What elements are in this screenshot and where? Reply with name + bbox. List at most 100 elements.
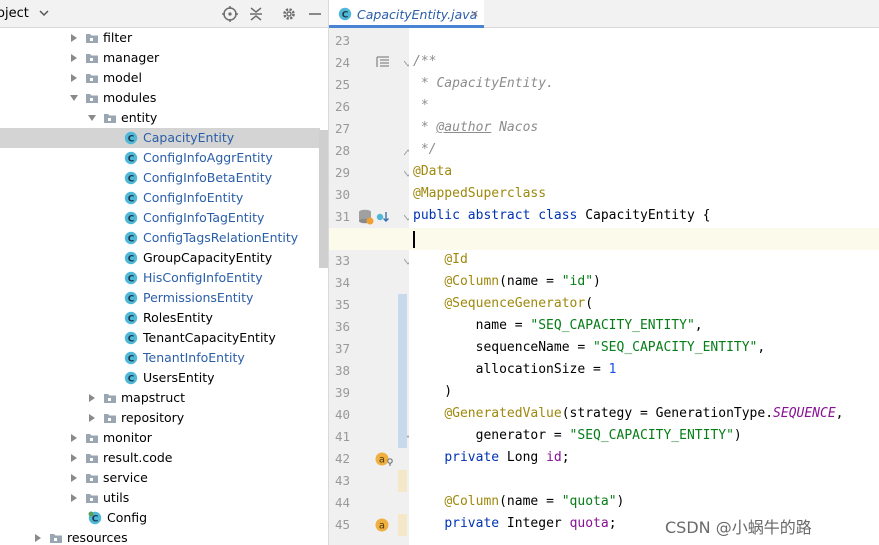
chevron-right-icon[interactable] [88, 394, 96, 402]
tree-folder-resources[interactable]: resources [0, 528, 320, 545]
chevron-right-icon[interactable] [88, 414, 96, 422]
current-line-highlight [329, 228, 879, 250]
tree-file-configinfoentity[interactable]: C ConfigInfoEntity [0, 188, 320, 208]
chevron-right-icon[interactable] [70, 74, 78, 82]
java-class-icon: C [124, 351, 138, 364]
close-icon[interactable]: × [470, 7, 479, 20]
tree-file-groupcapacityentity[interactable]: C GroupCapacityEntity [0, 248, 320, 268]
svg-text:C: C [128, 374, 135, 384]
tree-file-configtagsrelationentity[interactable]: C ConfigTagsRelationEntity [0, 228, 320, 248]
tree-label: mapstruct [121, 390, 186, 405]
text-caret [413, 231, 415, 248]
chevron-right-icon[interactable] [70, 54, 78, 62]
chevron-down-icon[interactable] [38, 7, 50, 19]
vcs-change-marker[interactable] [398, 294, 407, 448]
code-line[interactable]: @Column(name = "quota") [413, 494, 624, 509]
line-number: 27 [334, 121, 350, 136]
minimize-icon[interactable] [306, 5, 324, 23]
code-line[interactable]: @SequenceGenerator( [413, 296, 593, 311]
tree-file-configinfotagentity[interactable]: C ConfigInfoTagEntity [0, 208, 320, 228]
tree-label: GroupCapacityEntity [143, 250, 273, 265]
locate-icon[interactable] [221, 5, 239, 23]
tree-folder-manager[interactable]: manager [0, 48, 320, 68]
tree-scrollbar[interactable] [319, 130, 328, 268]
tree-folder-service[interactable]: service [0, 468, 320, 488]
code-line[interactable]: generator = "SEQ_CAPACITY_ENTITY") [413, 428, 742, 443]
collapse-all-icon[interactable] [247, 5, 265, 23]
vcs-change-marker[interactable] [398, 470, 407, 492]
config-class-icon: C [88, 511, 102, 524]
line-number: 29 [334, 165, 350, 180]
tree-file-rolesentity[interactable]: C RolesEntity [0, 308, 320, 328]
tree-folder-modules[interactable]: modules [0, 88, 320, 108]
line-number: 25 [334, 77, 350, 92]
code-line[interactable]: public abstract class CapacityEntity { [413, 208, 710, 223]
code-line[interactable]: ) [413, 384, 452, 399]
project-title[interactable]: oject [0, 6, 29, 21]
code-line[interactable]: private Long id; [413, 450, 569, 465]
svg-text:C: C [92, 514, 99, 524]
line-number: 23 [334, 33, 350, 48]
tree-folder-repository[interactable]: repository [0, 408, 320, 428]
tree-folder-entity[interactable]: entity [0, 108, 320, 128]
tree-file-configinfobetaentity[interactable]: C ConfigInfoBetaEntity [0, 168, 320, 188]
code-line[interactable]: @Column(name = "id") [413, 274, 601, 289]
tree-file-config[interactable]: C Config [0, 508, 320, 528]
project-header: oject [0, 0, 328, 28]
tree-label: ConfigInfoBetaEntity [143, 170, 273, 185]
tree-label: result.code [103, 450, 173, 465]
code-line[interactable]: @Id [413, 252, 467, 267]
database-icon[interactable] [358, 209, 390, 228]
chevron-right-icon[interactable] [34, 534, 42, 542]
folder-icon [86, 454, 98, 463]
java-class-icon: C [124, 211, 138, 224]
code-line[interactable]: allocationSize = 1 [413, 362, 617, 377]
code-line[interactable]: sequenceName = "SEQ_CAPACITY_ENTITY", [413, 340, 766, 355]
svg-text:C: C [128, 154, 135, 164]
tree-file-tenantinfoentity[interactable]: C TenantInfoEntity [0, 348, 320, 368]
code-line[interactable]: @GeneratedValue(strategy = GenerationTyp… [413, 406, 843, 421]
tree-file-hisconfiginfoentity[interactable]: C HisConfigInfoEntity [0, 268, 320, 288]
tree-folder-model[interactable]: model [0, 68, 320, 88]
code-line[interactable]: */ [413, 142, 437, 157]
tree-folder-utils[interactable]: utils [0, 488, 320, 508]
code-line[interactable]: /** [413, 54, 436, 69]
chevron-right-icon[interactable] [70, 454, 78, 462]
chevron-right-icon[interactable] [70, 434, 78, 442]
code-line[interactable]: private Integer quota; [413, 516, 616, 531]
code-line[interactable]: @MappedSuperclass [413, 186, 546, 201]
code-line[interactable]: * CapacityEntity. [413, 76, 554, 91]
tree-folder-monitor[interactable]: monitor [0, 428, 320, 448]
svg-text:C: C [128, 234, 135, 244]
tree-file-configinfoaggrentity[interactable]: C ConfigInfoAggrEntity [0, 148, 320, 168]
tab-capacity-entity[interactable]: C CapacityEntity.java × [329, 0, 484, 28]
folder-icon [104, 114, 116, 123]
chevron-right-icon[interactable] [70, 494, 78, 502]
vcs-change-marker[interactable] [398, 514, 407, 536]
chevron-down-icon[interactable] [70, 94, 78, 102]
field-annotation-icon[interactable]: a [375, 451, 395, 470]
line-number: 30 [334, 187, 350, 202]
code-line[interactable]: * @author Nacos [413, 120, 538, 135]
code-line[interactable]: * [413, 98, 429, 113]
field-annotation-icon[interactable]: a [375, 517, 391, 536]
tree-folder-filter[interactable]: filter [0, 28, 320, 48]
tree-folder-mapstruct[interactable]: mapstruct [0, 388, 320, 408]
folder-icon [86, 434, 98, 443]
chevron-right-icon[interactable] [70, 34, 78, 42]
tree-file-permissionsentity[interactable]: C PermissionsEntity [0, 288, 320, 308]
tree-file-capacityentity[interactable]: C CapacityEntity [0, 128, 320, 148]
chevron-right-icon[interactable] [70, 474, 78, 482]
tree-file-usersentity[interactable]: C UsersEntity [0, 368, 320, 388]
gear-icon[interactable] [280, 5, 298, 23]
code-line[interactable]: name = "SEQ_CAPACITY_ENTITY", [413, 318, 703, 333]
tree-file-tenantcapacityentity[interactable]: C TenantCapacityEntity [0, 328, 320, 348]
structure-icon[interactable] [376, 55, 390, 72]
chevron-down-icon[interactable] [88, 114, 96, 122]
tree-folder-result-code[interactable]: result.code [0, 448, 320, 468]
code-area[interactable]: /** * CapacityEntity. * * @author Nacos … [329, 28, 879, 545]
tree-label: entity [121, 110, 158, 125]
java-class-icon: C [124, 171, 138, 184]
code-line[interactable]: @Data [413, 164, 452, 179]
tree-label: ConfigInfoAggrEntity [143, 150, 273, 165]
